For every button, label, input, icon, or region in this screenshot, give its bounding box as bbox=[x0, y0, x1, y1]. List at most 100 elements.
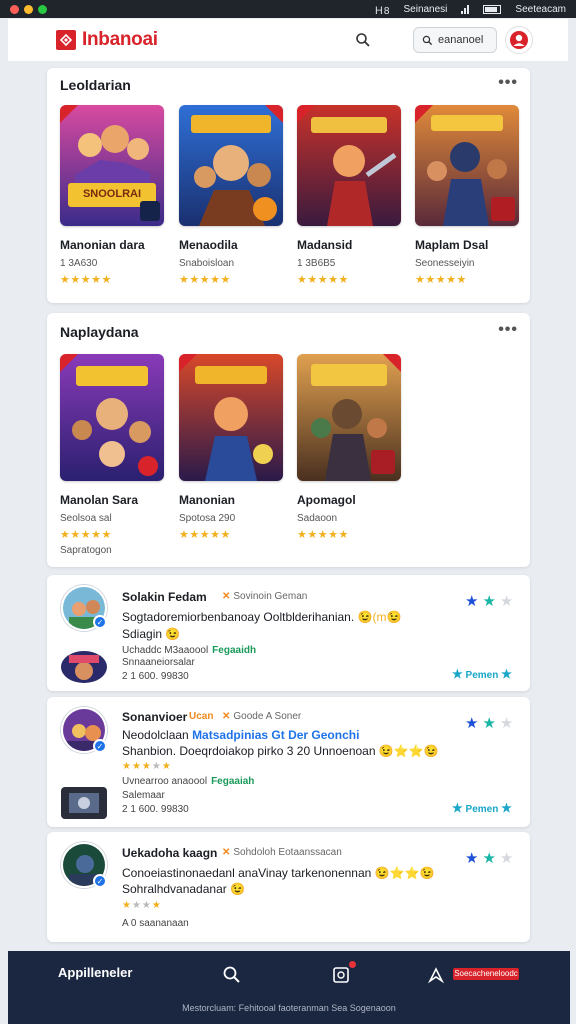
rating-stars: ★★★★★ bbox=[60, 529, 112, 541]
app-logo-icon[interactable] bbox=[56, 30, 76, 50]
review-text: Sogtadoremiorbenbanoay Ooltblderihanian. bbox=[122, 610, 355, 624]
section-title: Naplaydana bbox=[60, 324, 139, 340]
section-title: Leoldarian bbox=[60, 77, 131, 93]
search-icon[interactable] bbox=[355, 32, 371, 48]
review-date: 2 1 600. 99830 bbox=[122, 804, 189, 815]
review-highlight[interactable]: Matsadpinias Gt Der Geonchi bbox=[192, 728, 359, 742]
reviewer-tag: ✕ Sohdoloh Eotaanssacan bbox=[222, 847, 342, 858]
status-left-text: Ｈ8 bbox=[373, 5, 390, 17]
review-text: Shanbion. Doeqrdoiakop pirko 3 20 Unnoen… bbox=[122, 744, 376, 758]
more-options-icon[interactable]: ••• bbox=[498, 321, 518, 339]
reviewer-name[interactable]: Solakin Fedam bbox=[122, 590, 207, 604]
game-card[interactable]: Menaodila Snaboisloan ★★★★★ bbox=[179, 105, 283, 286]
game-thumbnail[interactable] bbox=[179, 105, 283, 226]
verified-badge-icon: ✓ bbox=[93, 615, 107, 629]
reply-button[interactable]: ★ Pemen ★ bbox=[452, 667, 512, 681]
review-meta-link[interactable]: Fegaaiah bbox=[211, 776, 254, 787]
verified-badge-icon: ✓ bbox=[93, 739, 107, 753]
game-title: Manonian dara bbox=[60, 238, 145, 252]
game-card[interactable]: SNOOLRAI Manonian dara 1 3A630 ★★★★★ bbox=[60, 105, 164, 286]
emoji: 😉 bbox=[165, 627, 181, 641]
mini-rating-stars: ★★★★ bbox=[122, 900, 162, 911]
game-title: Menaodila bbox=[179, 238, 238, 252]
more-options-icon[interactable]: ••• bbox=[498, 74, 518, 92]
game-thumbnail[interactable] bbox=[179, 354, 283, 481]
nav-search-icon[interactable] bbox=[222, 965, 242, 985]
emoji: 😉(m😉 bbox=[357, 610, 402, 624]
svg-text:SNOOLRAI: SNOOLRAI bbox=[83, 188, 141, 200]
game-title: Manolan Sara bbox=[60, 493, 139, 507]
review-text-line: Sogtadoremiorbenbanoay Ooltblderihanian.… bbox=[122, 610, 401, 624]
footer-text: Mestorcluam: Fehitooal faoteranman Sea S… bbox=[8, 999, 570, 1024]
emoji: 😉⭐⭐😉 bbox=[378, 744, 439, 758]
review-text-line: Neodolclaan Matsadpinias Gt Der Geonchi bbox=[122, 728, 359, 742]
search-button-label: eananoel bbox=[438, 34, 484, 46]
nav-badge[interactable]: Soecacheneloodc bbox=[453, 968, 519, 980]
nav-share-icon[interactable] bbox=[426, 965, 446, 985]
review-text: Sohralhdvanadanar bbox=[122, 882, 227, 896]
bottom-navigation: Appilleneler Soecacheneloodc bbox=[8, 951, 570, 999]
status-right-text: Seeteacam bbox=[515, 3, 566, 15]
reply-thumbnail[interactable] bbox=[61, 787, 107, 819]
section-footnote: Sapratogon bbox=[60, 545, 112, 556]
reviewer-name[interactable]: Sonanvioer bbox=[122, 710, 187, 724]
emoji: 😉⭐⭐😉 bbox=[374, 866, 435, 880]
game-card[interactable]: Manonian Spotosa 290 ★★★★★ bbox=[179, 354, 283, 541]
reviewer-tag: ✕ Goode A Soner bbox=[222, 711, 302, 722]
system-status-bar: Ｈ8 Seinanesi Seeteacam bbox=[0, 0, 576, 18]
reviewer-tag: ✕ Sovinoin Geman bbox=[222, 591, 308, 602]
reviewer-tag-text: Sohdoloh Eotaanssacan bbox=[233, 847, 342, 858]
popular-games-section: Naplaydana ••• Manolan Sara Seolsoa sal … bbox=[47, 313, 530, 567]
game-thumbnail[interactable] bbox=[60, 354, 164, 481]
game-title: Apomagol bbox=[297, 493, 356, 507]
rating-stars: ★★★★★ bbox=[415, 274, 467, 286]
minimize-dot-icon[interactable] bbox=[24, 4, 33, 14]
battery-icon bbox=[483, 4, 502, 14]
review-text: Sdiagin bbox=[122, 627, 163, 641]
game-subtitle: 1 3B6B5 bbox=[297, 258, 336, 269]
review-sub-meta: Snnaaneiorsalar bbox=[122, 657, 195, 668]
reviewer-tag-text: Goode A Soner bbox=[233, 711, 302, 722]
rating-stars: ★★★★★ bbox=[179, 274, 231, 286]
featured-games-section: Leoldarian ••• SNOOLRAI Manonian dara 1 … bbox=[47, 68, 530, 303]
game-subtitle: Sadaoon bbox=[297, 513, 338, 524]
review-text: Conoeiastinonaedanl anaVinay tarkenonenn… bbox=[122, 866, 372, 880]
review-meta: Uvnearroo anaoool Fegaaiah bbox=[122, 776, 254, 787]
review-meta-link[interactable]: Fegaaidh bbox=[212, 645, 256, 656]
reply-label: Pemen bbox=[465, 670, 499, 681]
game-subtitle: Seolsoa sal bbox=[60, 513, 112, 524]
maximize-dot-icon[interactable] bbox=[38, 4, 47, 14]
reply-label: Pemen bbox=[465, 804, 499, 815]
game-thumbnail[interactable] bbox=[297, 354, 401, 481]
reviewer-name[interactable]: Uekadoha kaagn bbox=[122, 846, 217, 860]
app-brand-name[interactable]: Inbanoai bbox=[82, 29, 158, 51]
emoji: 😉 bbox=[230, 882, 246, 896]
rating-stars: ★★★★★ bbox=[60, 274, 112, 286]
signal-icon bbox=[461, 4, 470, 14]
search-button[interactable]: eananoel bbox=[413, 27, 497, 53]
notification-dot-icon bbox=[349, 961, 356, 968]
review-meta-text: Uvnearroo anaoool bbox=[122, 776, 208, 787]
review-rating-stars: ★★★ bbox=[465, 593, 518, 610]
game-thumbnail[interactable] bbox=[297, 105, 401, 226]
nav-messages-icon[interactable] bbox=[331, 965, 351, 985]
game-card[interactable]: Madansid 1 3B6B5 ★★★★★ bbox=[297, 105, 401, 286]
game-thumbnail[interactable] bbox=[415, 105, 519, 226]
game-card[interactable]: Apomagol Sadaoon ★★★★★ bbox=[297, 354, 401, 541]
reply-avatar[interactable] bbox=[61, 651, 107, 683]
reviewer-tag-text: Sovinoin Geman bbox=[233, 591, 308, 602]
user-avatar-icon[interactable] bbox=[505, 26, 533, 54]
close-dot-icon[interactable] bbox=[10, 4, 19, 14]
review-card: ✓ Uekadoha kaagn ✕ Sohdoloh Eotaanssacan … bbox=[47, 832, 530, 942]
rating-stars: ★★★★★ bbox=[297, 274, 349, 286]
window-controls bbox=[10, 4, 47, 14]
app-header: Inbanoai eananoel bbox=[8, 19, 568, 61]
reviewer-badge: Ucan bbox=[189, 711, 216, 722]
game-subtitle: Snaboisloan bbox=[179, 258, 235, 269]
review-card: ✓ Sonanvioer Ucan ✕ Goode A Soner ★★★ Neo… bbox=[47, 697, 530, 827]
game-card[interactable]: Maplam Dsal Seonesseiyin ★★★★★ bbox=[415, 105, 519, 286]
game-card[interactable]: Manolan Sara Seolsoa sal ★★★★★ bbox=[60, 354, 164, 541]
nav-home-label[interactable]: Appilleneler bbox=[58, 965, 132, 980]
reply-button[interactable]: ★ Pemen ★ bbox=[452, 801, 512, 815]
game-thumbnail[interactable]: SNOOLRAI bbox=[60, 105, 164, 226]
